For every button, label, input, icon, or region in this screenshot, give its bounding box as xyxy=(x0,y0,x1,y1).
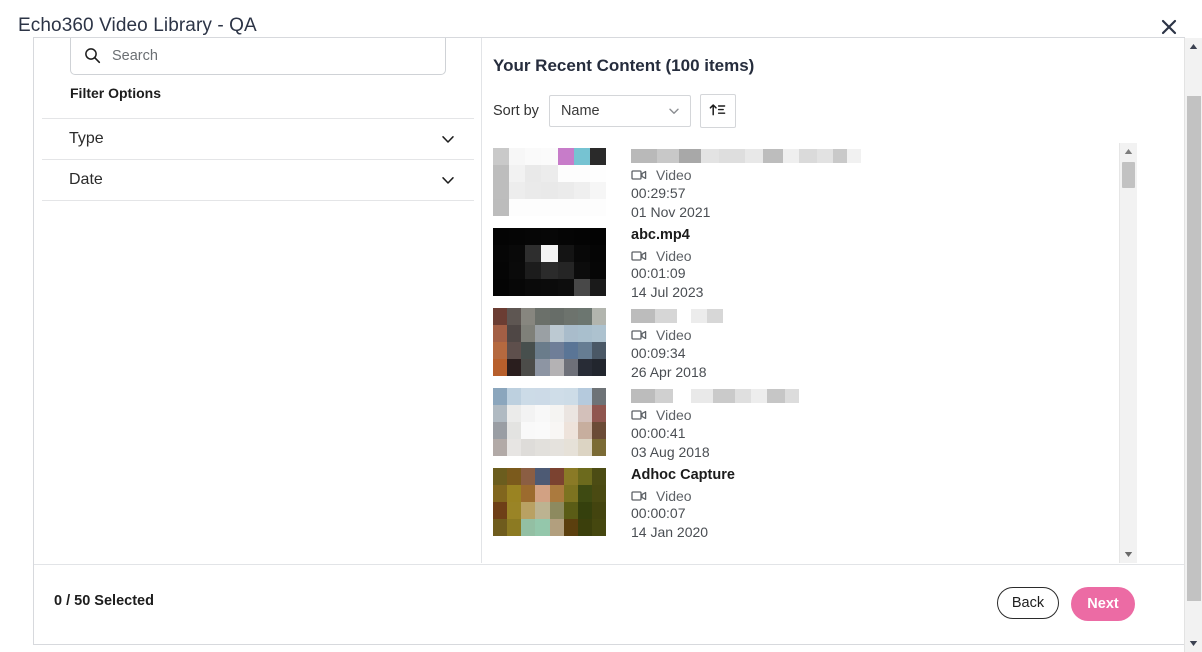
item-type-label: Video xyxy=(656,406,692,423)
item-date: 26 Apr 2018 xyxy=(631,364,707,380)
video-camera-icon xyxy=(631,167,647,183)
sort-field-value: Name xyxy=(560,103,600,119)
item-thumbnail[interactable] xyxy=(493,148,606,216)
item-title[interactable]: abc.mp4 xyxy=(631,226,703,245)
list-item[interactable]: Video 00:09:34 26 Apr 2018 xyxy=(482,302,1137,382)
search-box[interactable] xyxy=(70,38,446,75)
sort-bar: Sort by Name xyxy=(493,94,736,128)
item-thumbnail[interactable] xyxy=(493,388,606,456)
list-item[interactable]: Video 00:00:41 03 Aug 2018 xyxy=(482,382,1137,462)
item-date: 14 Jul 2023 xyxy=(631,284,704,300)
filter-options-label: Filter Options xyxy=(70,85,161,101)
search-input[interactable] xyxy=(110,46,445,65)
item-duration: 00:29:57 xyxy=(631,185,686,201)
item-meta: Video 00:00:41 03 Aug 2018 xyxy=(631,382,799,462)
item-type-line: Video xyxy=(631,487,735,504)
item-title-redacted[interactable] xyxy=(631,149,861,163)
item-date: 01 Nov 2021 xyxy=(631,204,711,220)
selected-count: 0 / 50 Selected xyxy=(54,593,154,609)
item-title[interactable]: Adhoc Capture xyxy=(631,466,735,485)
sort-field-select[interactable]: Name xyxy=(548,95,691,127)
list-item[interactable]: Adhoc Capture Video 00:00:07 14 Jan 2020 xyxy=(482,462,1137,542)
sort-ascending-icon[interactable] xyxy=(699,94,736,128)
content-pane-title: Your Recent Content (100 items) xyxy=(493,56,755,75)
item-date: 03 Aug 2018 xyxy=(631,444,710,460)
item-title-redacted[interactable] xyxy=(631,389,799,403)
filter-sidebar: Filter Options Type Date xyxy=(34,38,482,563)
filter-section-date[interactable]: Date xyxy=(42,159,474,201)
video-camera-icon xyxy=(631,488,647,504)
item-type-line: Video xyxy=(631,325,723,344)
item-type-label: Video xyxy=(656,166,692,183)
item-title-redacted[interactable] xyxy=(631,309,723,323)
filter-section-type-label: Type xyxy=(69,130,104,147)
window-title: Echo360 Video Library - QA xyxy=(18,15,257,36)
item-meta: abc.mp4 Video 00:01:09 14 Jul 2023 xyxy=(631,222,703,302)
window-scrollbar[interactable] xyxy=(1184,38,1202,652)
chevron-down-icon xyxy=(438,170,458,190)
item-duration: 00:09:34 xyxy=(631,345,686,361)
item-thumbnail[interactable] xyxy=(493,228,606,296)
list-item[interactable]: Video 00:29:57 01 Nov 2021 xyxy=(482,142,1137,222)
item-meta: Video 00:09:34 26 Apr 2018 xyxy=(631,302,723,382)
video-camera-icon xyxy=(631,407,647,423)
filter-section-date-label: Date xyxy=(69,171,103,188)
item-date: 14 Jan 2020 xyxy=(631,524,709,540)
window-scroll-thumb[interactable] xyxy=(1187,96,1201,601)
item-type-label: Video xyxy=(656,326,692,343)
item-thumbnail[interactable] xyxy=(493,468,606,536)
video-camera-icon xyxy=(631,248,647,264)
chevron-down-icon xyxy=(438,129,458,149)
scroll-up-arrow-icon[interactable] xyxy=(1120,143,1137,160)
chevron-down-icon xyxy=(667,104,681,118)
item-type-line: Video xyxy=(631,165,861,184)
window-scroll-up-arrow-icon[interactable] xyxy=(1185,38,1202,55)
modal-footer: 0 / 50 Selected Back Next xyxy=(34,564,1184,644)
back-button[interactable]: Back xyxy=(997,587,1059,619)
item-duration: 00:00:07 xyxy=(631,505,686,521)
item-type-line: Video xyxy=(631,247,703,264)
next-button[interactable]: Next xyxy=(1071,587,1135,621)
item-type-line: Video xyxy=(631,405,799,424)
content-list-scrollbar[interactable] xyxy=(1119,143,1137,563)
item-meta: Adhoc Capture Video 00:00:07 14 Jan 2020 xyxy=(631,462,735,542)
item-duration: 00:01:09 xyxy=(631,265,686,281)
item-meta: Video 00:29:57 01 Nov 2021 xyxy=(631,142,861,222)
scroll-down-arrow-icon[interactable] xyxy=(1120,546,1137,563)
item-type-label: Video xyxy=(656,487,692,504)
content-list-scroll-thumb[interactable] xyxy=(1122,162,1135,188)
modal-body: Filter Options Type Date xyxy=(34,38,1184,563)
content-pane: Your Recent Content (100 items) Sort by … xyxy=(482,38,1184,563)
item-duration: 00:00:41 xyxy=(631,425,686,441)
item-thumbnail[interactable] xyxy=(493,308,606,376)
filter-section-type[interactable]: Type xyxy=(42,118,474,159)
video-camera-icon xyxy=(631,327,647,343)
window-scroll-down-arrow-icon[interactable] xyxy=(1185,635,1202,652)
app-window: Echo360 Video Library - QA F xyxy=(0,0,1202,652)
search-icon xyxy=(83,47,101,65)
content-picker-modal: Filter Options Type Date xyxy=(33,37,1185,645)
sort-by-label: Sort by xyxy=(493,103,539,119)
filter-accordion: Type Date xyxy=(42,118,474,201)
list-item[interactable]: abc.mp4 Video 00:01:09 14 Jul 2023 xyxy=(482,222,1137,302)
content-list: Video 00:29:57 01 Nov 2021 abc.mp4 Video 00:0… xyxy=(482,142,1137,563)
item-type-label: Video xyxy=(656,247,692,264)
